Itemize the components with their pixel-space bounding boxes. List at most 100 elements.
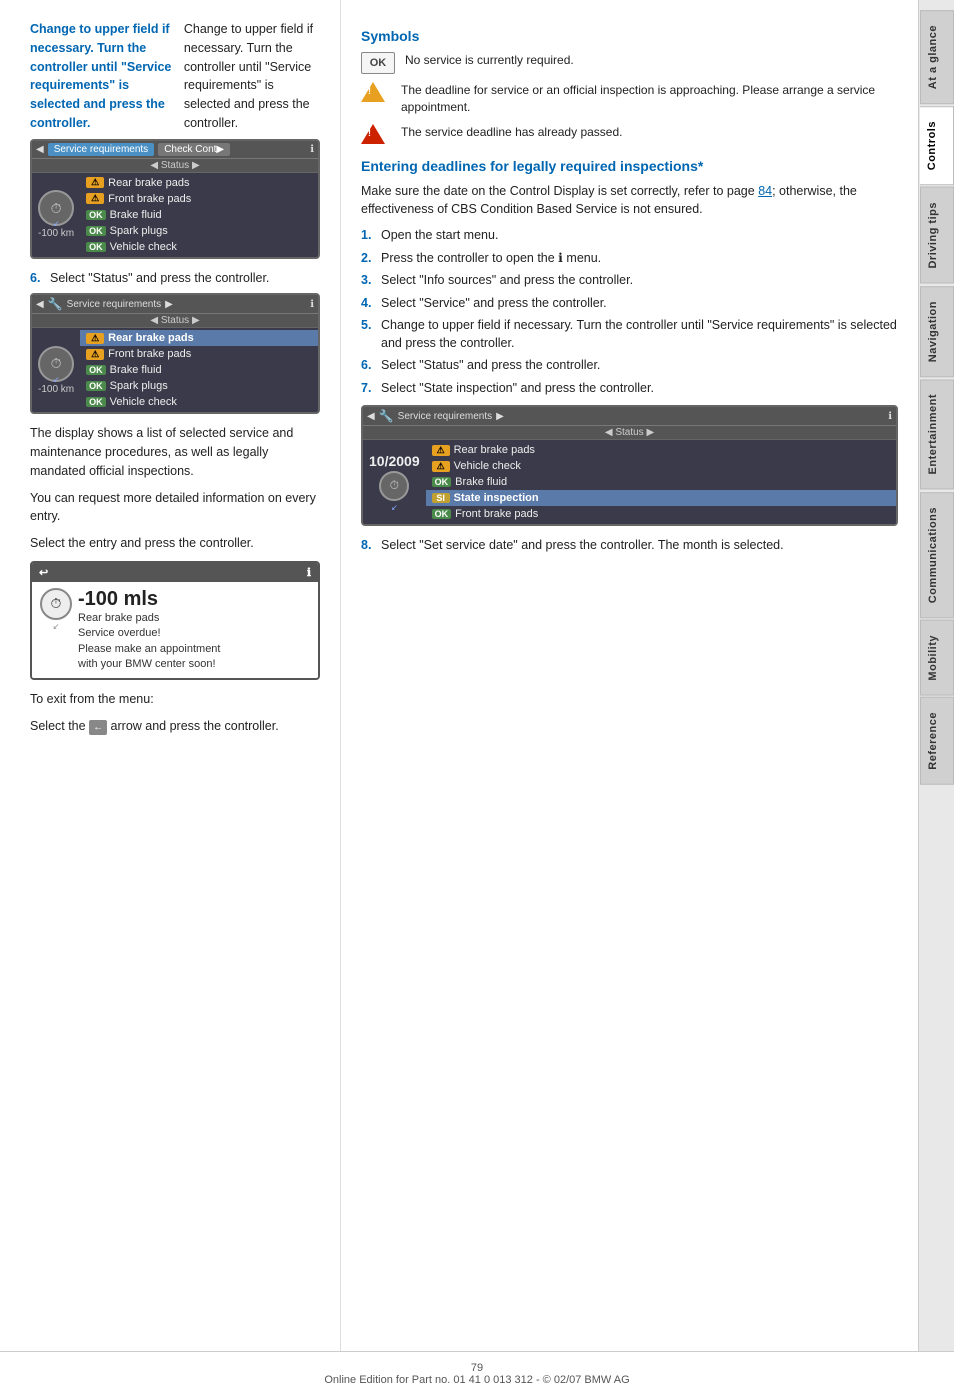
- page-link[interactable]: 84: [758, 184, 772, 198]
- screen4-badge4: SI: [432, 493, 450, 503]
- symbol-warn-text: The deadline for service or an official …: [401, 82, 898, 116]
- screen1-gauge-icon: ⏱ ↙: [38, 190, 74, 226]
- screen4-item4: SI State inspection: [426, 490, 896, 506]
- sidebar-tab-mobility[interactable]: Mobility: [920, 620, 954, 696]
- symbol-warn-row: ! The deadline for service or an officia…: [361, 82, 898, 116]
- screen1-item2: ⚠ Front brake pads: [80, 191, 318, 207]
- screen2-badge4: OK: [86, 381, 106, 391]
- screen1-topbar: ◀ Service requirements Check Cont▶ ℹ: [32, 141, 318, 159]
- screen1-body: ⏱ ↙ -100 km ⚠ Rear brake pads ⚠ Front br…: [32, 173, 318, 257]
- screen2-icon: 🔧: [48, 297, 63, 311]
- screen4-item5: OK Front brake pads: [426, 506, 896, 522]
- step2-text: Press the controller to open the ℹ menu.: [381, 250, 601, 268]
- screen4-icon: 🔧: [379, 409, 394, 423]
- screen4-label3: Brake fluid: [455, 476, 507, 488]
- step5-right-num: 5.: [361, 317, 375, 352]
- exit-instruction: Select the ← arrow and press the control…: [30, 717, 320, 736]
- screen4-label5: Front brake pads: [455, 508, 538, 520]
- step6-right-text: Select "Status" and press the controller…: [381, 357, 600, 375]
- screen1-label5: Vehicle check: [110, 241, 177, 253]
- screen2-item1: ⚠ Rear brake pads: [80, 330, 318, 346]
- footer: 79 Online Edition for Part no. 01 41 0 0…: [0, 1351, 954, 1396]
- step6-number: 6.: [30, 269, 44, 288]
- screen2-item2: ⚠ Front brake pads: [80, 346, 318, 362]
- step5-right-text: Change to upper field if necessary. Turn…: [381, 317, 898, 352]
- screen3-desc: Rear brake pads Service overdue! Please …: [78, 611, 310, 673]
- screen2-label1: Rear brake pads: [108, 332, 194, 344]
- step3: 3. Select "Info sources" and press the c…: [361, 272, 898, 290]
- screen1-item5: OK Vehicle check: [80, 239, 318, 255]
- screen4-status: ◀ Status ▶: [363, 426, 896, 440]
- step7: 7. Select "State inspection" and press t…: [361, 380, 898, 398]
- screen4-info: ℹ: [888, 411, 892, 422]
- sidebar-tab-at-a-glance[interactable]: At a glance: [920, 10, 954, 104]
- sidebar-tab-communications[interactable]: Communications: [920, 492, 954, 618]
- screen2-label4: Spark plugs: [110, 380, 168, 392]
- symbol-red-triangle: !: [361, 124, 385, 144]
- screen1-badge2: ⚠: [86, 193, 104, 204]
- step5-number: Change to upper field if necessary. Turn…: [30, 20, 178, 133]
- sidebar-tab-driving-tips[interactable]: Driving tips: [920, 187, 954, 284]
- screen4-title: Service requirements: [398, 411, 492, 422]
- screen2-mileage: -100 km: [38, 384, 74, 395]
- symbols-section: Symbols OK No service is currently requi…: [361, 28, 898, 146]
- exit-label: To exit from the menu:: [30, 690, 320, 709]
- screen2-badge5: OK: [86, 397, 106, 407]
- step1-text: Open the start menu.: [381, 227, 498, 245]
- step8-text: Select "Set service date" and press the …: [381, 536, 784, 555]
- screen1-label3: Brake fluid: [110, 209, 162, 221]
- intro-para: Make sure the date on the Control Displa…: [361, 182, 898, 220]
- screen1-badge4: OK: [86, 226, 106, 236]
- screen2-item3: OK Brake fluid: [80, 362, 318, 378]
- screen1-mileage: -100 km: [38, 228, 74, 239]
- screen1-list: ⚠ Rear brake pads ⚠ Front brake pads OK …: [80, 173, 318, 257]
- screen4-gauge-icon: ⏱: [379, 471, 409, 501]
- display-para1: The display shows a list of selected ser…: [30, 424, 320, 480]
- screen1-item1: ⚠ Rear brake pads: [80, 175, 318, 191]
- screen2-label2: Front brake pads: [108, 348, 191, 360]
- page-number: 79: [10, 1362, 944, 1374]
- step6-text: Select "Status" and press the controller…: [50, 269, 269, 288]
- screen4-badge5: OK: [432, 509, 452, 519]
- screen4-mockup: ◀ 🔧 Service requirements ▶ ℹ ◀ Status ▶ …: [361, 405, 898, 526]
- symbol-ok-row: OK No service is currently required.: [361, 52, 898, 74]
- screen3-back-arrow: ↩: [35, 566, 48, 579]
- screen3-mileage: -100 mls: [78, 588, 310, 611]
- screen1-label2: Front brake pads: [108, 193, 191, 205]
- step4: 4. Select "Service" and press the contro…: [361, 295, 898, 313]
- screen2-gauge-icon: ⏱ ↙: [38, 346, 74, 382]
- deadlines-heading: Entering deadlines for legally required …: [361, 158, 898, 174]
- screen1-item3: OK Brake fluid: [80, 207, 318, 223]
- screen1-label4: Spark plugs: [110, 225, 168, 237]
- sidebar-tab-entertainment[interactable]: Entertainment: [920, 379, 954, 489]
- screen4-label1: Rear brake pads: [454, 444, 535, 456]
- step2-num: 2.: [361, 250, 375, 268]
- screen1-badge5: OK: [86, 242, 106, 252]
- screen2-badge3: OK: [86, 365, 106, 375]
- screen2-status: ◀ Status ▶: [32, 314, 318, 328]
- screen4-arrow: ↙: [391, 503, 398, 512]
- screen3-content: -100 mls Rear brake pads Service overdue…: [78, 588, 310, 673]
- screen2-body: ⏱ ↙ -100 km ⚠ Rear brake pads ⚠ Front br…: [32, 328, 318, 412]
- sidebar-tab-controls[interactable]: Controls: [920, 106, 954, 185]
- screen4-topbar: ◀ 🔧 Service requirements ▶ ℹ: [363, 407, 896, 426]
- sidebar-tab-navigation[interactable]: Navigation: [920, 286, 954, 377]
- symbol-ok-box: OK: [361, 52, 395, 74]
- step5-right: 5. Change to upper field if necessary. T…: [361, 317, 898, 352]
- screen1-info-icon: ℹ: [310, 144, 314, 155]
- step7-text: Select "State inspection" and press the …: [381, 380, 654, 398]
- step3-text: Select "Info sources" and press the cont…: [381, 272, 633, 290]
- screen4-fwd: ▶: [496, 411, 504, 422]
- symbols-heading: Symbols: [361, 28, 898, 44]
- screen2-topbar: ◀ 🔧 Service requirements ▶ ℹ: [32, 295, 318, 314]
- copyright-text: Online Edition for Part no. 01 41 0 013 …: [10, 1374, 944, 1386]
- step1-num: 1.: [361, 227, 375, 245]
- screen1-back-arrow: ◀: [36, 144, 44, 155]
- arrow-back-icon: ←: [89, 720, 107, 735]
- screen4-list: ⚠ Rear brake pads ⚠ Vehicle check OK Bra…: [426, 440, 896, 524]
- display-para3: Select the entry and press the controlle…: [30, 534, 320, 553]
- sidebar-tab-reference[interactable]: Reference: [920, 697, 954, 785]
- screen1-tab-check: Check Cont▶: [158, 143, 230, 156]
- step4-num: 4.: [361, 295, 375, 313]
- screen3-gauge-icon: ⏱: [40, 588, 72, 620]
